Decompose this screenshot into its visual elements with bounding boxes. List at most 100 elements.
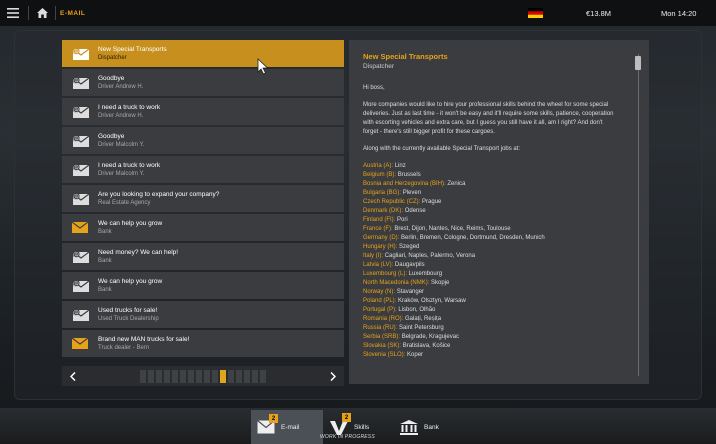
mail-text: Need money? We can help! Bank <box>98 248 178 265</box>
home-icon <box>36 8 48 18</box>
pager-tick[interactable] <box>244 369 250 383</box>
at-envelope-icon: @ <box>62 279 98 292</box>
mail-list-item[interactable]: @ I need a truck to work Driver Andrew H. <box>62 98 344 125</box>
pager-tick[interactable] <box>148 369 154 383</box>
mail-sender: Dispatcher <box>98 55 127 61</box>
pager-tick[interactable] <box>196 369 202 383</box>
country-line: Germany (D): Berlin, Bremen, Cologne, Do… <box>363 234 618 243</box>
country-line: Slovenia (SLO): Koper <box>363 351 618 360</box>
pager-tick[interactable] <box>228 369 234 383</box>
country-name: France (F): <box>363 226 393 232</box>
detail-paragraph: Along with the currently available Speci… <box>363 146 521 152</box>
email-dock-label: E-mail <box>281 423 300 431</box>
pager-tick[interactable] <box>188 369 194 383</box>
envelope-unread-icon <box>62 338 98 349</box>
country-line: Portugal (P): Lisbon, Olhão <box>363 306 618 315</box>
mail-list-item[interactable]: @ Are you looking to expand your company?… <box>62 185 344 212</box>
country-name: Norway (N): <box>363 289 396 295</box>
country-cities: Kraków, Olsztyn, Warsaw <box>398 298 466 304</box>
mail-text: I need a truck to work Driver Andrew H. <box>98 103 160 120</box>
mail-subject: Goodbye <box>98 75 125 82</box>
chevron-left-icon <box>70 371 76 381</box>
mail-pager <box>62 366 344 386</box>
country-name: Germany (D): <box>363 235 400 241</box>
country-cities: Galați, Reșița <box>405 316 442 322</box>
country-line: Slovakia (SK): Bratislava, Košice <box>363 342 618 351</box>
menu-button[interactable] <box>0 0 26 26</box>
pager-tick[interactable] <box>260 369 266 383</box>
country-cities: Belgrade, Kragujevac <box>401 334 460 340</box>
pager-tick[interactable] <box>252 369 258 383</box>
mail-list-item[interactable]: Brand new MAN trucks for sale! Truck deal… <box>62 330 344 357</box>
svg-text:@: @ <box>73 135 79 142</box>
country-cities: Cagliari, Naples, Palermo, Verona <box>384 253 476 259</box>
pager-tick[interactable] <box>180 369 186 383</box>
country-name: Romania (RO): <box>363 316 404 322</box>
svg-text:@: @ <box>73 48 79 55</box>
email-dock-button[interactable]: 2 E-mail <box>251 410 323 444</box>
country-cities: Linz <box>394 163 406 169</box>
mail-list-item[interactable]: @ We can help you grow Bank <box>62 272 344 299</box>
pager-prev-button[interactable] <box>62 366 84 386</box>
country-name: Hungary (H): <box>363 244 398 250</box>
bank-dock-button[interactable]: Bank <box>400 410 460 444</box>
mail-sender: Driver Malcolm Y. <box>98 171 145 177</box>
country-line: Czech Republic (CZ): Prague <box>363 198 618 207</box>
country-line: North Macedonia (NMK): Skopje <box>363 279 618 288</box>
country-name: Finland (FI): <box>363 217 396 223</box>
at-envelope-icon: @ <box>62 250 98 263</box>
country-line: Poland (PL): Kraków, Olsztyn, Warsaw <box>363 297 618 306</box>
pager-next-button[interactable] <box>322 366 344 386</box>
mail-list-item[interactable]: @ I need a truck to work Driver Malcolm Y. <box>62 156 344 183</box>
pager-tick[interactable] <box>220 369 226 383</box>
pager-ticks <box>84 369 322 383</box>
at-envelope-icon: @ <box>62 192 98 205</box>
country-line: Bulgaria (BG): Pleven <box>363 189 618 198</box>
country-cities: Prague <box>422 199 442 205</box>
hamburger-icon <box>7 8 19 18</box>
country-cities: Lisbon, Olhão <box>398 307 436 313</box>
home-button[interactable] <box>31 0 53 26</box>
mail-list-item[interactable]: @ Need money? We can help! Bank <box>62 243 344 270</box>
mail-list-item[interactable]: @ Used trucks for sale! Used Truck Dealers… <box>62 301 344 328</box>
pager-tick[interactable] <box>164 369 170 383</box>
country-line: Latvia (LV): Daugavpils <box>363 261 618 270</box>
divider <box>28 6 29 20</box>
country-line: Denmark (DK): Odense <box>363 207 618 216</box>
mail-text: We can help you grow Bank <box>98 219 162 236</box>
mail-list-item[interactable]: We can help you grow Bank <box>62 214 344 241</box>
mail-list-item[interactable]: @ Goodbye Driver Malcolm Y. <box>62 127 344 154</box>
mail-sender: Driver Andrew H. <box>98 113 144 119</box>
mail-list-item[interactable]: @ Goodbye Driver Andrew H. <box>62 69 344 96</box>
country-cities: Brest, Dijon, Nantes, Nice, Reims, Toulo… <box>394 226 511 232</box>
mail-subject: Brand new MAN trucks for sale! <box>98 336 190 343</box>
country-cities: Saint Petersburg <box>399 325 444 331</box>
svg-text:@: @ <box>73 77 79 84</box>
svg-text:@: @ <box>73 309 79 316</box>
country-cities: Odense <box>404 208 426 214</box>
country-cities: Berlin, Bremen, Cologne, Dortmund, Dresd… <box>401 235 545 241</box>
pager-tick[interactable] <box>156 369 162 383</box>
country-line: Luxembourg (L): Luxembourg <box>363 270 618 279</box>
detail-scrollbar[interactable] <box>635 54 641 376</box>
pager-tick[interactable] <box>212 369 218 383</box>
country-cities: Zenica <box>447 181 466 187</box>
country-line: Serbia (SRB): Belgrade, Kragujevac <box>363 333 618 342</box>
scroll-thumb[interactable] <box>635 56 641 70</box>
mail-list-item[interactable]: @ New Special Transports Dispatcher <box>62 40 344 67</box>
mail-sender: Bank <box>98 287 112 293</box>
mail-subject: We can help you grow <box>98 278 163 285</box>
pager-tick[interactable] <box>172 369 178 383</box>
pager-tick[interactable] <box>204 369 210 383</box>
country-cities: Luxembourg <box>408 271 443 277</box>
mail-text: Goodbye Driver Malcolm Y. <box>98 132 144 149</box>
pager-tick[interactable] <box>140 369 146 383</box>
at-envelope-icon: @ <box>62 163 98 176</box>
country-name: Czech Republic (CZ): <box>363 199 421 205</box>
mail-subject: Used trucks for sale! <box>98 307 158 314</box>
country-cities: Daugavpils <box>394 262 425 268</box>
svg-text:@: @ <box>73 251 79 258</box>
scroll-track <box>637 54 639 376</box>
mail-sender: Driver Andrew H. <box>98 84 144 90</box>
pager-tick[interactable] <box>236 369 242 383</box>
